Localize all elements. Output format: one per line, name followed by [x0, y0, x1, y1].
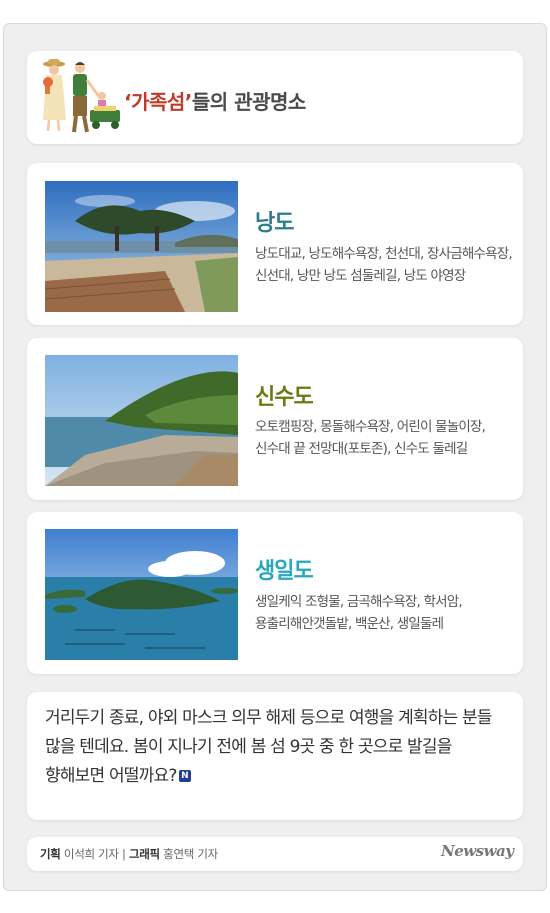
- sinsudo-photo: [45, 355, 238, 486]
- nangdo-photo: [45, 181, 238, 312]
- saengildo-photo: [45, 529, 238, 660]
- place-description: 낭도대교, 낭도해수욕장, 천선대, 장사금해수욕장, 신선대, 낭만 낭도 섬…: [255, 246, 513, 284]
- newsway-logo: Newsway: [441, 842, 514, 860]
- newsway-badge-icon: N: [178, 770, 191, 782]
- place-name: 신수도: [255, 385, 314, 410]
- credits: 기획 이석희 기자 | 그래픽 홍연택 기자: [40, 847, 218, 861]
- place-name: 생일도: [255, 559, 314, 584]
- place-description: 오토캠핑장, 몽돌해수욕장, 어린이 물놀이장, 신수대 끝 전망대(포토존),…: [255, 419, 486, 457]
- place-name: 낭도: [255, 211, 294, 236]
- place-description: 생일케익 조형물, 금곡해수욕장, 학서암, 용출리해안갯돌밭, 백운산, 생일…: [255, 594, 463, 632]
- family-illustration: [40, 58, 125, 134]
- summary-text: 거리두기 종료, 야외 마스크 의무 해제 등으로 여행을 계획하는 분들 많을…: [45, 708, 493, 786]
- page-title: ‘가족섬’들의 관광명소: [124, 90, 306, 114]
